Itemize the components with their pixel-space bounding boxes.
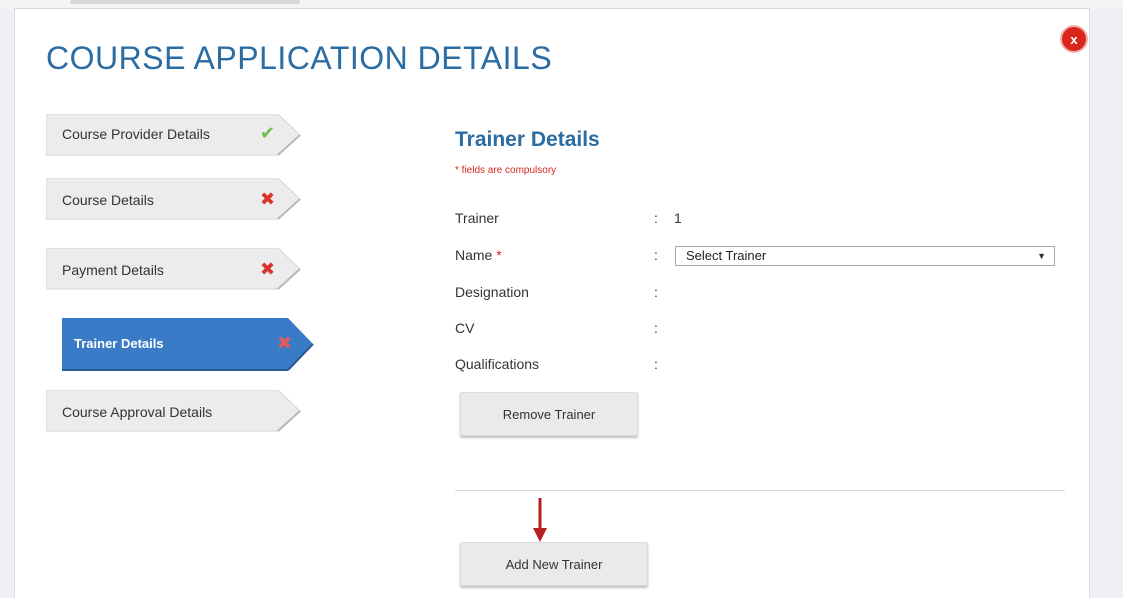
colon: : — [654, 247, 658, 263]
add-new-trainer-button[interactable]: Add New Trainer — [460, 542, 648, 586]
page-right-scroll-area[interactable] — [1089, 8, 1123, 598]
cross-icon: ✖ — [260, 259, 276, 279]
step-trainer-details[interactable]: Trainer Details ✖ — [62, 318, 314, 372]
trainer-label: Trainer — [455, 210, 499, 226]
required-star: * — [496, 247, 502, 263]
cross-icon: ✖ — [277, 333, 293, 353]
colon: : — [654, 210, 658, 226]
section-divider — [455, 490, 1065, 491]
required-note: * fields are compulsory — [455, 165, 557, 176]
dropdown-arrow-icon: ▼ — [1037, 251, 1046, 261]
select-value: Select Trainer — [686, 248, 767, 263]
step-label: Course Provider Details — [62, 126, 210, 142]
step-course-provider-details[interactable]: Course Provider Details ✔ — [46, 114, 301, 156]
colon: : — [654, 284, 658, 300]
designation-label: Designation — [455, 284, 529, 300]
modal-title: COURSE APPLICATION DETAILS — [46, 40, 553, 76]
background-text-fragment — [70, 0, 300, 4]
name-label: Name * — [455, 247, 502, 263]
colon: : — [654, 320, 658, 336]
step-label: Course Details — [62, 192, 154, 208]
remove-trainer-button[interactable]: Remove Trainer — [460, 392, 638, 436]
qualifications-label: Qualifications — [455, 356, 540, 372]
trainer-name-select[interactable]: Select Trainer ▼ — [675, 246, 1055, 266]
cross-icon: ✖ — [260, 189, 276, 209]
section-title: Trainer Details — [455, 128, 600, 151]
step-label: Course Approval Details — [62, 404, 213, 420]
name-label-text: Name — [455, 247, 493, 263]
cv-label: CV — [455, 320, 475, 336]
colon: : — [654, 356, 658, 372]
step-payment-details[interactable]: Payment Details ✖ — [46, 248, 301, 290]
step-label: Payment Details — [62, 262, 164, 278]
close-icon[interactable]: x — [1062, 27, 1086, 51]
checkmark-icon: ✔ — [260, 123, 276, 143]
step-label: Trainer Details — [74, 336, 164, 351]
step-course-details[interactable]: Course Details ✖ — [46, 178, 301, 220]
trainer-number-value: 1 — [674, 210, 682, 226]
page-left-edge — [0, 8, 15, 598]
step-course-approval-details[interactable]: Course Approval Details — [46, 390, 301, 432]
arrow-down-icon — [533, 498, 547, 542]
